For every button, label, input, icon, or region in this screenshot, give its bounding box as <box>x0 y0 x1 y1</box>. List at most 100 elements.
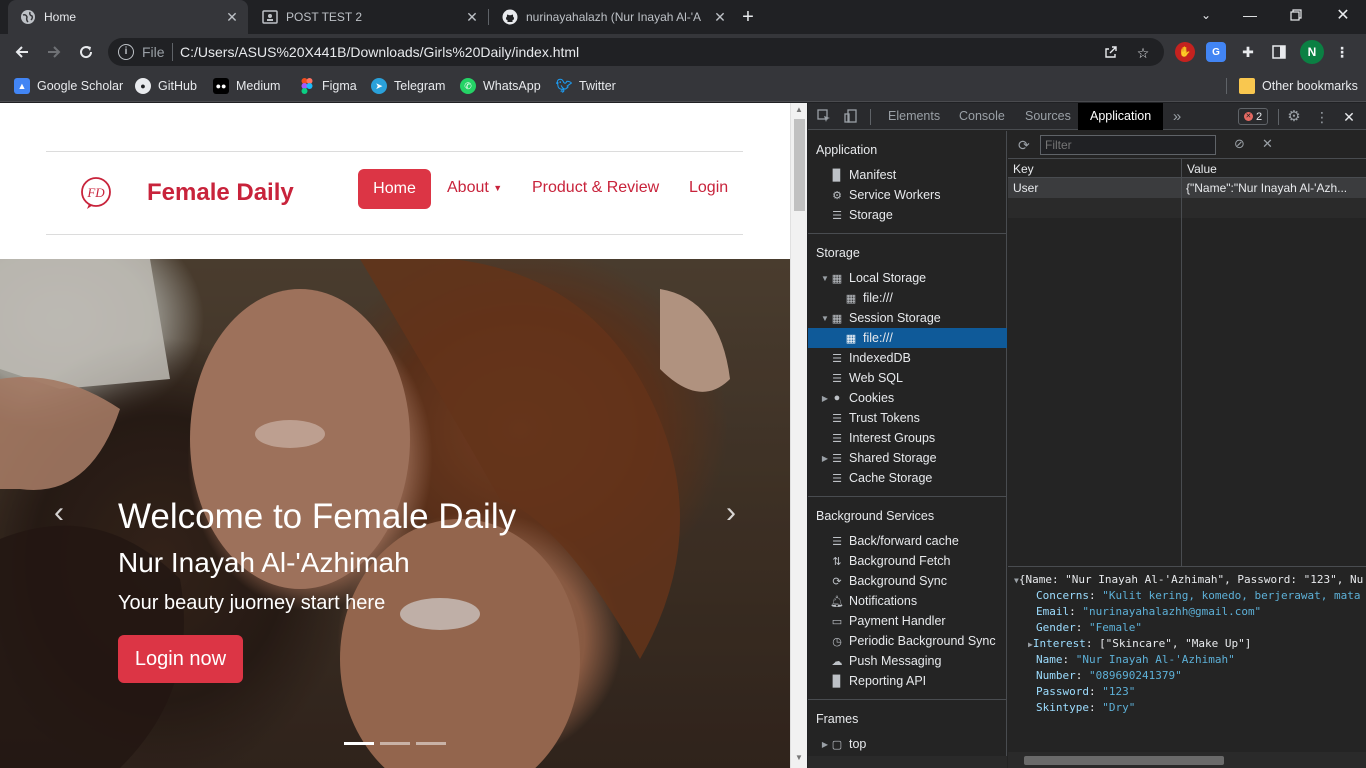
site-logo[interactable]: FD <box>78 175 114 211</box>
refresh-icon[interactable]: ⟳ <box>1018 137 1034 153</box>
extensions-puzzle-icon[interactable]: ✚ <box>1238 42 1258 62</box>
sidebar-item-cookies[interactable]: ▶ ● Cookies <box>808 388 1007 408</box>
back-button[interactable] <box>8 38 36 66</box>
translate-extension-icon[interactable]: G <box>1206 42 1226 62</box>
preview-summary[interactable]: ▼{Name: "Nur Inayah Al-'Azhimah", Passwo… <box>1014 572 1363 588</box>
tab-post-test[interactable]: POST TEST 2 ✕ <box>250 0 488 34</box>
sidebar-item-session-file[interactable]: ▦ file:/// <box>808 328 1007 348</box>
more-tabs-chevron-icon[interactable]: » <box>1169 109 1185 125</box>
sidebar-item-indexeddb[interactable]: ☰ IndexedDB <box>808 348 1007 368</box>
preview-hscrollbar[interactable] <box>1008 752 1366 768</box>
tab-home[interactable]: Home ✕ <box>8 0 248 34</box>
nav-home-button[interactable]: Home <box>358 169 431 209</box>
collapse-triangle-icon[interactable]: ▶ <box>820 740 830 749</box>
sidebar-item-payment-handler[interactable]: ▭ Payment Handler <box>808 611 1007 631</box>
menu-kebab-icon[interactable]: ⋮ <box>1332 42 1352 62</box>
close-devtools-icon[interactable]: ✕ <box>1341 109 1357 125</box>
column-header-value[interactable]: Value <box>1182 159 1366 178</box>
address-bar[interactable]: i File C:/Users/ASUS%20X441B/Downloads/G… <box>108 38 1164 66</box>
settings-gear-icon[interactable]: ⚙ <box>1286 109 1302 125</box>
side-panel-icon[interactable] <box>1269 42 1289 62</box>
sidebar-item-periodic-sync[interactable]: ◷ Periodic Background Sync <box>808 631 1007 651</box>
carousel-next-arrow-icon[interactable]: › <box>716 498 746 529</box>
tab-github[interactable]: nurinayahalazh (Nur Inayah Al-'A ✕ <box>490 0 736 34</box>
carousel-indicator[interactable] <box>380 742 410 745</box>
bookmark-medium[interactable]: ●● Medium <box>213 76 280 96</box>
inspect-element-icon[interactable] <box>816 109 832 125</box>
sidebar-item-service-workers[interactable]: ⚙ Service Workers <box>808 185 1007 205</box>
carousel-indicator[interactable] <box>416 742 446 745</box>
preview-hscrollbar-thumb[interactable] <box>1024 756 1224 765</box>
column-header-key[interactable]: Key <box>1008 159 1182 178</box>
filter-input[interactable] <box>1040 135 1216 155</box>
sidebar-item-shared-storage[interactable]: ▶ ☰ Shared Storage <box>808 448 1007 468</box>
expand-triangle-icon[interactable]: ▼ <box>820 314 830 323</box>
sidebar-item-interest-groups[interactable]: ☰ Interest Groups <box>808 428 1007 448</box>
scroll-up-icon[interactable]: ▲ <box>795 105 803 114</box>
close-tab-icon[interactable]: ✕ <box>712 9 728 25</box>
sidebar-item-session-storage[interactable]: ▼ ▦ Session Storage <box>808 308 1007 328</box>
forward-button[interactable] <box>40 38 68 66</box>
adblock-extension-icon[interactable]: ✋ <box>1175 42 1195 62</box>
sidebar-item-background-fetch[interactable]: ⇅ Background Fetch <box>808 551 1007 571</box>
site-info-icon[interactable]: i <box>118 44 134 60</box>
sidebar-item-local-file[interactable]: ▦ file:/// <box>808 288 1007 308</box>
new-tab-button[interactable]: + <box>734 2 762 32</box>
sidebar-item-background-sync[interactable]: ⟳ Background Sync <box>808 571 1007 591</box>
brand-name[interactable]: Female Daily <box>147 179 294 207</box>
preview-field[interactable]: ▶Interest: ["Skincare", "Make Up"] <box>1028 636 1251 652</box>
carousel-indicator[interactable] <box>344 742 374 745</box>
sidebar-item-reporting-api[interactable]: ▉ Reporting API <box>808 671 1007 691</box>
nav-about-link[interactable]: About ▼ <box>447 179 502 197</box>
expand-triangle-icon[interactable]: ▼ <box>820 274 830 283</box>
bookmark-star-icon[interactable]: ☆ <box>1134 44 1152 62</box>
sidebar-item-cache-storage[interactable]: ☰ Cache Storage <box>808 468 1007 488</box>
page-scrollbar[interactable]: ▲ ▼ <box>790 103 807 768</box>
share-icon[interactable] <box>1102 44 1120 62</box>
devtools-tab-elements[interactable]: Elements <box>888 103 940 130</box>
sidebar-item-push-messaging[interactable]: ☁ Push Messaging <box>808 651 1007 671</box>
devtools-menu-kebab-icon[interactable]: ⋮ <box>1314 109 1330 125</box>
other-bookmarks[interactable]: Other bookmarks <box>1239 76 1358 96</box>
reload-button[interactable] <box>72 38 100 66</box>
scroll-down-icon[interactable]: ▼ <box>795 753 803 762</box>
collapse-triangle-icon[interactable]: ▶ <box>820 394 830 403</box>
sidebar-item-notifications[interactable]: 🔔︎ Notifications <box>808 591 1007 611</box>
profile-avatar[interactable]: N <box>1300 40 1324 64</box>
devtools-tab-console[interactable]: Console <box>959 103 1005 130</box>
bookmark-telegram[interactable]: ➤ Telegram <box>371 76 445 96</box>
devtools-tab-application[interactable]: Application <box>1078 103 1164 130</box>
close-tab-icon[interactable]: ✕ <box>224 9 240 25</box>
sidebar-item-local-storage[interactable]: ▼ ▦ Local Storage <box>808 268 1007 288</box>
minimize-button[interactable]: — <box>1227 0 1273 30</box>
sidebar-hscrollbar[interactable] <box>808 756 1007 768</box>
sidebar-item-bfcache[interactable]: ☰ Back/forward cache <box>808 531 1007 551</box>
nav-product-link[interactable]: Product & Review <box>532 179 659 197</box>
sidebar-item-web-sql[interactable]: ☰ Web SQL <box>808 368 1007 388</box>
close-tab-icon[interactable]: ✕ <box>464 9 480 25</box>
carousel-prev-arrow-icon[interactable]: ‹ <box>44 498 74 529</box>
error-count-badge[interactable]: ✕ 2 <box>1238 108 1268 125</box>
sidebar-item-manifest[interactable]: ▉ Manifest <box>808 165 1007 185</box>
url-text[interactable]: C:/Users/ASUS%20X441B/Downloads/Girls%20… <box>180 44 579 60</box>
bookmark-github[interactable]: ● GitHub <box>135 76 197 96</box>
tab-search-icon[interactable]: ⌄ <box>1183 0 1229 30</box>
page-scrollbar-thumb[interactable] <box>794 119 805 211</box>
nav-login-link[interactable]: Login <box>689 179 728 197</box>
sidebar-item-frame-top[interactable]: ▶ ▢ top <box>808 734 1007 754</box>
device-toolbar-icon[interactable] <box>843 109 859 125</box>
collapse-triangle-icon[interactable]: ▶ <box>820 454 830 463</box>
close-window-button[interactable]: ✕ <box>1320 0 1366 30</box>
bookmark-twitter[interactable]: 🐦︎ Twitter <box>556 76 616 96</box>
sidebar-item-storage[interactable]: ☰ Storage <box>808 205 1007 225</box>
table-row[interactable]: User {"Name":"Nur Inayah Al-'Azh... <box>1008 178 1366 198</box>
bookmark-figma[interactable]: Figma <box>299 76 357 96</box>
bookmark-whatsapp[interactable]: ✆ WhatsApp <box>460 76 541 96</box>
bookmark-google-scholar[interactable]: ▲ Google Scholar <box>14 76 123 96</box>
devtools-tab-sources[interactable]: Sources <box>1025 103 1071 130</box>
sidebar-item-trust-tokens[interactable]: ☰ Trust Tokens <box>808 408 1007 428</box>
restore-button[interactable] <box>1273 0 1319 30</box>
clear-all-icon[interactable]: ⊘ <box>1234 136 1250 152</box>
login-now-button[interactable]: Login now <box>118 635 243 683</box>
delete-selected-icon[interactable]: ✕ <box>1262 136 1278 152</box>
